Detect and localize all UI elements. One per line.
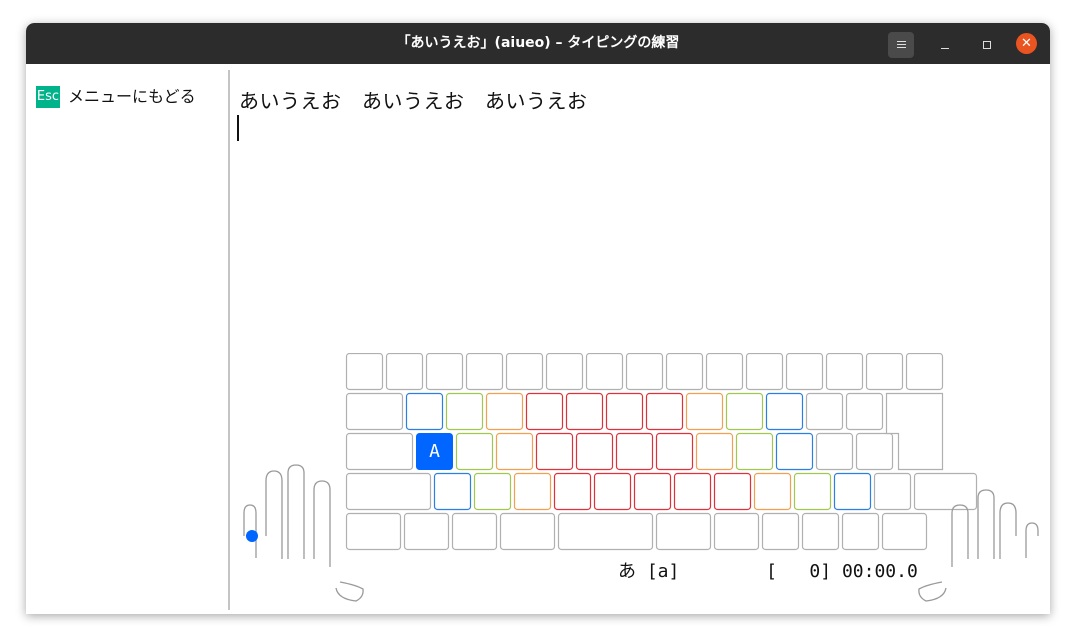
keyboard-key bbox=[665, 353, 704, 391]
keyboard-key bbox=[625, 353, 664, 391]
text-caret bbox=[237, 115, 239, 141]
hamburger-icon[interactable] bbox=[888, 32, 914, 58]
keyboard-key bbox=[775, 432, 814, 471]
keyboard-key bbox=[801, 512, 840, 551]
status-romaji: [a] bbox=[646, 561, 680, 582]
keyboard-key bbox=[615, 432, 654, 471]
maximize-icon[interactable] bbox=[974, 32, 1000, 58]
keyboard-key bbox=[805, 392, 844, 431]
keyboard-key bbox=[735, 432, 774, 471]
keyboard-key bbox=[565, 392, 604, 431]
keyboard-key bbox=[685, 392, 724, 431]
keyboard-key bbox=[451, 512, 498, 551]
close-icon[interactable]: ✕ bbox=[1016, 33, 1037, 54]
status-line: あ [a] [ 0] 00:00.0 bbox=[618, 557, 918, 583]
keyboard-key bbox=[485, 392, 524, 431]
keyboard-key bbox=[605, 392, 644, 431]
keyboard-key bbox=[705, 353, 744, 391]
keyboard-key bbox=[345, 432, 414, 471]
keyboard-key bbox=[913, 472, 978, 511]
keyboard-key bbox=[495, 432, 534, 471]
keyboard-key bbox=[865, 353, 904, 391]
keyboard-key bbox=[557, 512, 654, 551]
keyboard-key bbox=[345, 392, 404, 431]
keyboard-key bbox=[553, 472, 592, 511]
keyboard-key bbox=[695, 432, 734, 471]
keyboard-key bbox=[535, 432, 574, 471]
keyboard-key bbox=[655, 512, 712, 551]
keyboard-key bbox=[593, 472, 632, 511]
finger-position-dot bbox=[246, 530, 258, 542]
prompt-text: あいうえお あいうえお あいうえお bbox=[239, 89, 588, 113]
keyboard-key bbox=[525, 392, 564, 431]
keyboard-key bbox=[753, 472, 792, 511]
status-time: 00:00.0 bbox=[841, 561, 918, 582]
status-char: あ bbox=[618, 561, 636, 582]
keyboard-key bbox=[455, 432, 494, 471]
title-bar: 「あいうえお」(aiueo) – タイピングの練習 ✕ bbox=[26, 23, 1050, 64]
keyboard-key bbox=[513, 472, 552, 511]
keyboard-key bbox=[385, 353, 424, 391]
keyboard-key bbox=[499, 512, 556, 551]
highlighted-key-label: A bbox=[429, 441, 440, 462]
keyboard-key bbox=[785, 353, 824, 391]
keyboard-key bbox=[405, 392, 444, 431]
keyboard-key bbox=[345, 512, 402, 551]
keyboard-key bbox=[345, 353, 384, 391]
keyboard-key bbox=[881, 512, 928, 551]
keyboard-key bbox=[575, 432, 614, 471]
status-count: [ 0] bbox=[766, 561, 832, 582]
keyboard-key bbox=[633, 472, 672, 511]
keyboard-key bbox=[841, 512, 880, 551]
keyboard-key bbox=[425, 353, 464, 391]
back-to-menu-link[interactable]: メニューにもどる bbox=[68, 86, 196, 108]
keyboard-key bbox=[713, 472, 752, 511]
keyboard-key bbox=[725, 392, 764, 431]
keyboard-key bbox=[505, 353, 544, 391]
pane-divider bbox=[228, 70, 230, 610]
sidebar: Esc メニューにもどる bbox=[26, 64, 228, 614]
keyboard-key bbox=[345, 472, 432, 511]
keyboard-key bbox=[745, 353, 784, 391]
keyboard-key bbox=[825, 353, 864, 391]
keyboard-key bbox=[645, 392, 684, 431]
keyboard-key bbox=[793, 472, 832, 511]
keyboard-key bbox=[673, 472, 712, 511]
app-window: 「あいうえお」(aiueo) – タイピングの練習 ✕ Esc メニューにもどる… bbox=[26, 23, 1050, 614]
keyboard-key bbox=[445, 392, 484, 431]
keyboard-key bbox=[845, 392, 884, 431]
minimize-icon[interactable] bbox=[932, 32, 958, 58]
left-hand-outline bbox=[243, 464, 364, 602]
keyboard-key bbox=[765, 392, 804, 431]
keyboard-key bbox=[833, 472, 872, 511]
keyboard-key bbox=[403, 512, 450, 551]
keyboard-key bbox=[655, 432, 694, 471]
esc-key-badge[interactable]: Esc bbox=[36, 86, 60, 108]
keyboard-key bbox=[465, 353, 504, 391]
keyboard-key bbox=[905, 353, 944, 391]
keyboard-key bbox=[473, 472, 512, 511]
keyboard-key bbox=[433, 472, 472, 511]
keyboard-key bbox=[815, 432, 854, 471]
keyboard-key bbox=[873, 472, 912, 511]
keyboard-key bbox=[713, 512, 760, 551]
keyboard-key bbox=[761, 512, 800, 551]
keyboard-key bbox=[855, 432, 894, 471]
enter-key bbox=[885, 392, 944, 471]
keyboard-key bbox=[545, 353, 584, 391]
keyboard-key bbox=[585, 353, 624, 391]
